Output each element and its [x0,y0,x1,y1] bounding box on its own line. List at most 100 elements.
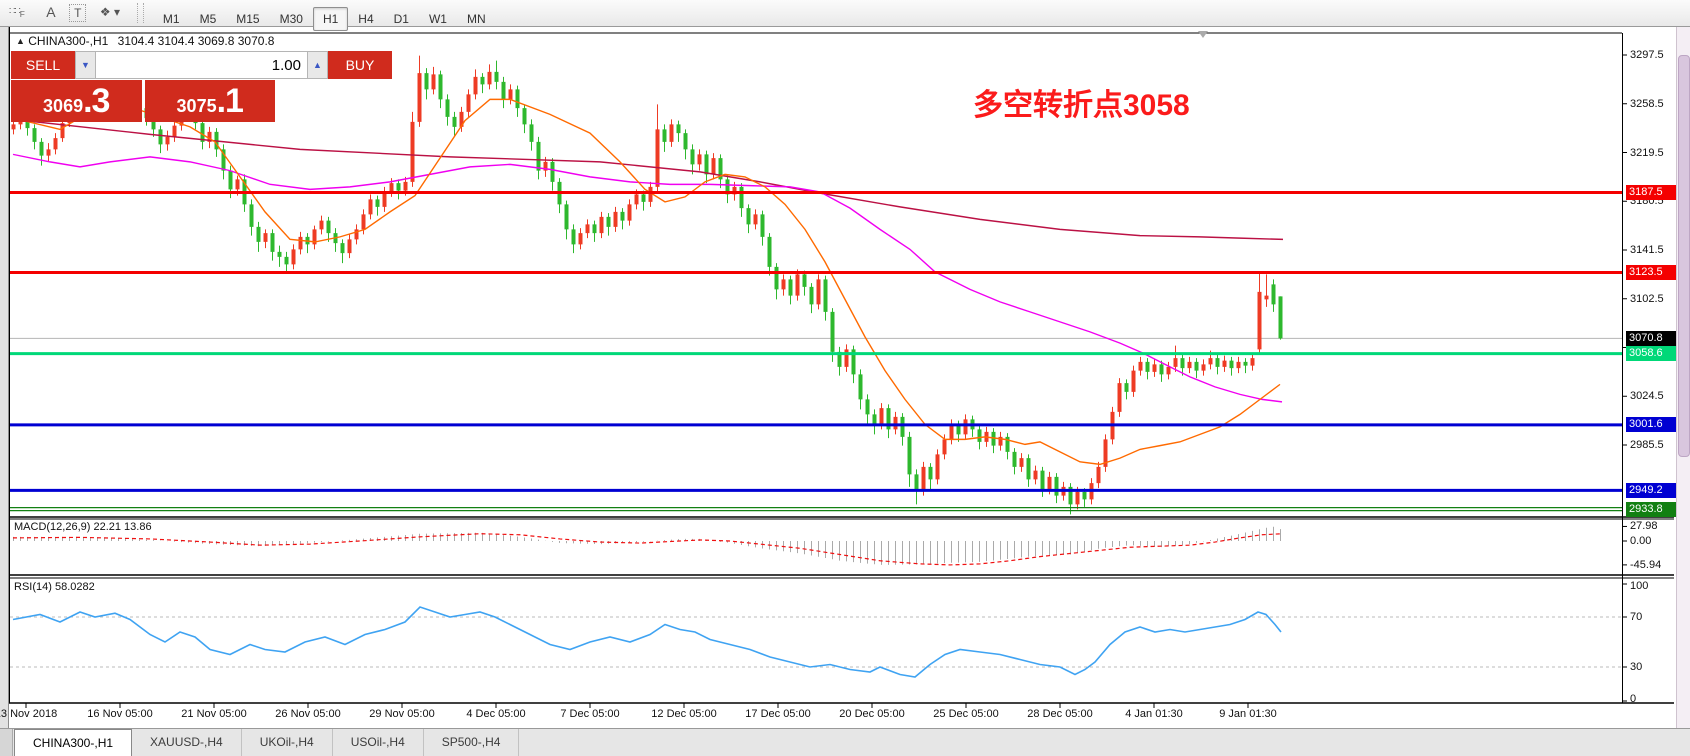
volume-decrease-button[interactable]: ▼ [75,51,96,79]
candle [1048,477,1052,490]
symbol-label: CHINA300-,H1 [28,34,108,48]
candle [1055,477,1059,496]
candle [1258,292,1262,350]
candle [635,194,639,204]
candle [621,212,625,221]
macd-axis-label: -45.94 [1630,558,1674,572]
buy-price-display[interactable]: 3075.1 [145,80,276,122]
candle [684,133,688,149]
candle [1209,358,1213,364]
candle [1195,362,1199,371]
candle [873,414,877,424]
candle [1020,458,1024,467]
candle [929,467,933,480]
candle [1027,458,1031,479]
price-tick-label: 3219.5 [1630,146,1674,160]
chart-tab-xauusdh4[interactable]: XAUUSD-,H4 [132,729,242,756]
candle [1174,358,1178,367]
price-tick-label: 3102.5 [1630,292,1674,306]
one-click-trade-panel: SELL ▼ ▲ BUY 3069.3 3075.1 [11,51,275,122]
time-axis-label: 13 Nov 2018 [0,708,57,720]
candle [1251,358,1255,366]
collapse-arrow-icon[interactable]: ▲ [16,36,25,46]
candle [593,224,597,233]
time-axis-label: 4 Dec 05:00 [466,708,525,720]
level-price-label: 3001.6 [1626,417,1676,432]
candle [1097,467,1101,483]
volume-input[interactable] [96,51,307,79]
chart-text-annotation: 多空转折点3058 [973,80,1190,124]
candle [432,74,436,89]
candle [1034,471,1038,480]
candle [537,142,541,171]
candle [502,82,506,100]
candle [523,108,527,124]
candle [264,233,268,242]
candle [1132,371,1136,392]
candle [1118,383,1122,412]
candle [1202,364,1206,370]
sell-button[interactable]: SELL [11,51,75,79]
candle [915,474,919,489]
candle [586,224,590,233]
chart-tab-china300h1[interactable]: CHINA300-,H1 [14,729,132,756]
macd-axis-label: 0.00 [1630,534,1674,548]
chart-tab-sp500h4[interactable]: SP500-,H4 [424,729,520,756]
candle [866,399,870,414]
time-axis-label: 7 Dec 05:00 [560,708,619,720]
candle [271,233,275,252]
chart-tab-ukoilh4[interactable]: UKOil-,H4 [242,729,333,756]
candle [698,154,702,164]
candle [754,214,758,224]
candle [600,217,604,233]
chart-tab-bar: CHINA300-,H1XAUUSD-,H4UKOil-,H4USOil-,H4… [0,728,1690,756]
candle [285,257,289,265]
candle [831,312,835,352]
macd-label: MACD(12,26,9) 22.21 13.86 [14,521,152,533]
sell-price-display[interactable]: 3069.3 [11,80,142,122]
candle [712,158,716,174]
candle [1279,296,1283,338]
candle [922,467,926,490]
candle [320,221,324,230]
volume-increase-button[interactable]: ▲ [307,51,328,79]
candle [530,124,534,142]
time-axis-label: 16 Nov 05:00 [87,708,152,720]
candle [1146,362,1150,372]
candle [670,124,674,142]
candle [803,274,807,287]
level-price-label: 3187.5 [1626,185,1676,200]
chart-tab-usoilh4[interactable]: USOil-,H4 [333,729,424,756]
candle [894,417,898,430]
candle [1125,383,1129,392]
candle [439,74,443,99]
candle [880,408,884,424]
candle [691,149,695,164]
candle [299,237,303,250]
rsi-axis-label: 70 [1630,610,1674,624]
candle [173,126,177,137]
candle [565,204,569,229]
candle [908,437,912,475]
tab-scroll-button[interactable] [0,729,13,756]
candle [341,243,345,253]
candle [1013,452,1017,467]
candle [810,287,814,305]
candle [642,194,646,202]
time-axis-label: 25 Dec 05:00 [933,708,998,720]
buy-button[interactable]: BUY [328,51,392,79]
candle [950,424,954,439]
candle [775,267,779,290]
candle [425,73,429,89]
candle [418,73,422,122]
candle [768,237,772,267]
candle [817,279,821,304]
candle [614,212,618,227]
candle [257,227,261,242]
candle [782,279,786,289]
candle [390,183,394,192]
level-price-label: 3058.6 [1626,346,1676,361]
macd-axis-label: 27.98 [1630,519,1674,533]
candle [12,124,16,129]
mt4-window: ∷∷F A T ❖ ▾ M1M5M15M30H1H4D1W1MN ▲ CHINA… [0,0,1690,756]
